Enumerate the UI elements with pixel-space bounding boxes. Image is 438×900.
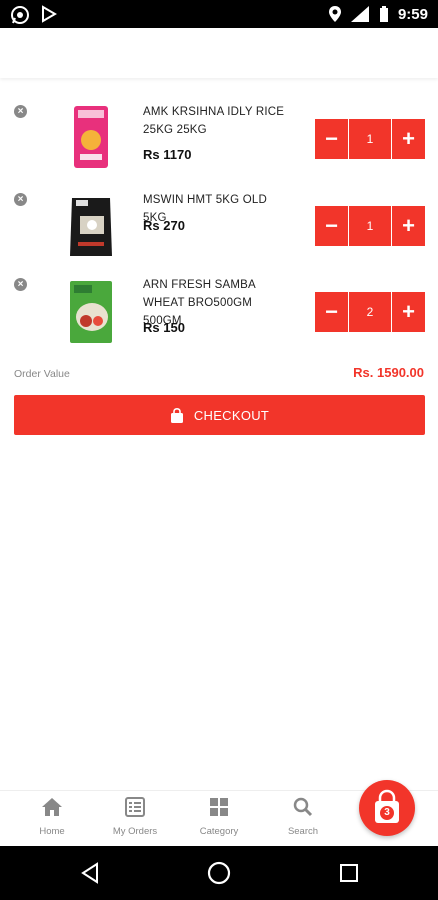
product-thumbnail xyxy=(70,198,112,256)
nav-item-category[interactable]: Category xyxy=(177,797,261,837)
recents-icon[interactable] xyxy=(339,863,359,883)
back-icon[interactable] xyxy=(79,862,101,884)
remove-item-button[interactable]: × xyxy=(14,193,27,206)
status-bar: 9:59 xyxy=(0,0,438,28)
order-value-amount: Rs. 1590.00 xyxy=(353,365,424,380)
home-circle-icon[interactable] xyxy=(207,861,231,885)
system-nav-bar xyxy=(0,846,438,900)
quantity-stepper: − 1 + xyxy=(315,119,425,159)
product-name: AMK KRSIHNA IDLY RICE 25KG 25KG xyxy=(143,106,285,136)
shopping-bag-icon xyxy=(170,407,183,423)
increase-button[interactable]: + xyxy=(392,119,425,159)
quantity-value[interactable]: 1 xyxy=(348,206,392,246)
product-thumbnail xyxy=(70,281,112,343)
quantity-value[interactable]: 2 xyxy=(348,292,392,332)
list-icon xyxy=(125,797,145,817)
play-store-icon xyxy=(42,5,57,23)
increase-button[interactable]: + xyxy=(392,292,425,332)
status-time: 9:59 xyxy=(397,5,428,23)
increase-button[interactable]: + xyxy=(392,206,425,246)
nav-label-my-orders: My Orders xyxy=(112,826,158,837)
nav-label-home: Home xyxy=(39,826,65,837)
remove-item-button[interactable]: × xyxy=(14,278,27,291)
nav-item-my-orders[interactable]: My Orders xyxy=(93,797,177,837)
quantity-value[interactable]: 1 xyxy=(348,119,392,159)
app-bar xyxy=(0,28,438,78)
nav-label-category: Category xyxy=(199,826,239,837)
quantity-stepper: − 1 + xyxy=(315,206,425,246)
location-icon xyxy=(328,6,341,22)
nav-label-search: Search xyxy=(287,826,319,837)
battery-icon xyxy=(379,6,388,22)
product-price: Rs 1170 xyxy=(143,147,192,162)
decrease-button[interactable]: − xyxy=(315,119,348,159)
grid-icon xyxy=(210,798,228,816)
decrease-button[interactable]: − xyxy=(315,292,348,332)
signal-icon xyxy=(350,6,369,22)
whatsapp-icon xyxy=(11,6,29,24)
cart-count-badge: 3 xyxy=(378,804,396,822)
home-icon xyxy=(42,798,62,816)
checkout-button[interactable]: CHECKOUT xyxy=(14,395,425,435)
product-price: Rs 150 xyxy=(143,320,185,335)
product-thumbnail xyxy=(74,106,108,168)
nav-item-home[interactable]: Home xyxy=(10,797,94,837)
search-icon xyxy=(293,797,313,817)
checkout-label: CHECKOUT xyxy=(193,407,270,423)
quantity-stepper: − 2 + xyxy=(315,292,425,332)
nav-item-search[interactable]: Search xyxy=(261,797,345,837)
order-value-label: Order Value xyxy=(14,368,70,380)
decrease-button[interactable]: − xyxy=(315,206,348,246)
product-price: Rs 270 xyxy=(143,218,185,233)
cart-fab[interactable]: 3 xyxy=(359,780,415,836)
remove-item-button[interactable]: × xyxy=(14,105,27,118)
